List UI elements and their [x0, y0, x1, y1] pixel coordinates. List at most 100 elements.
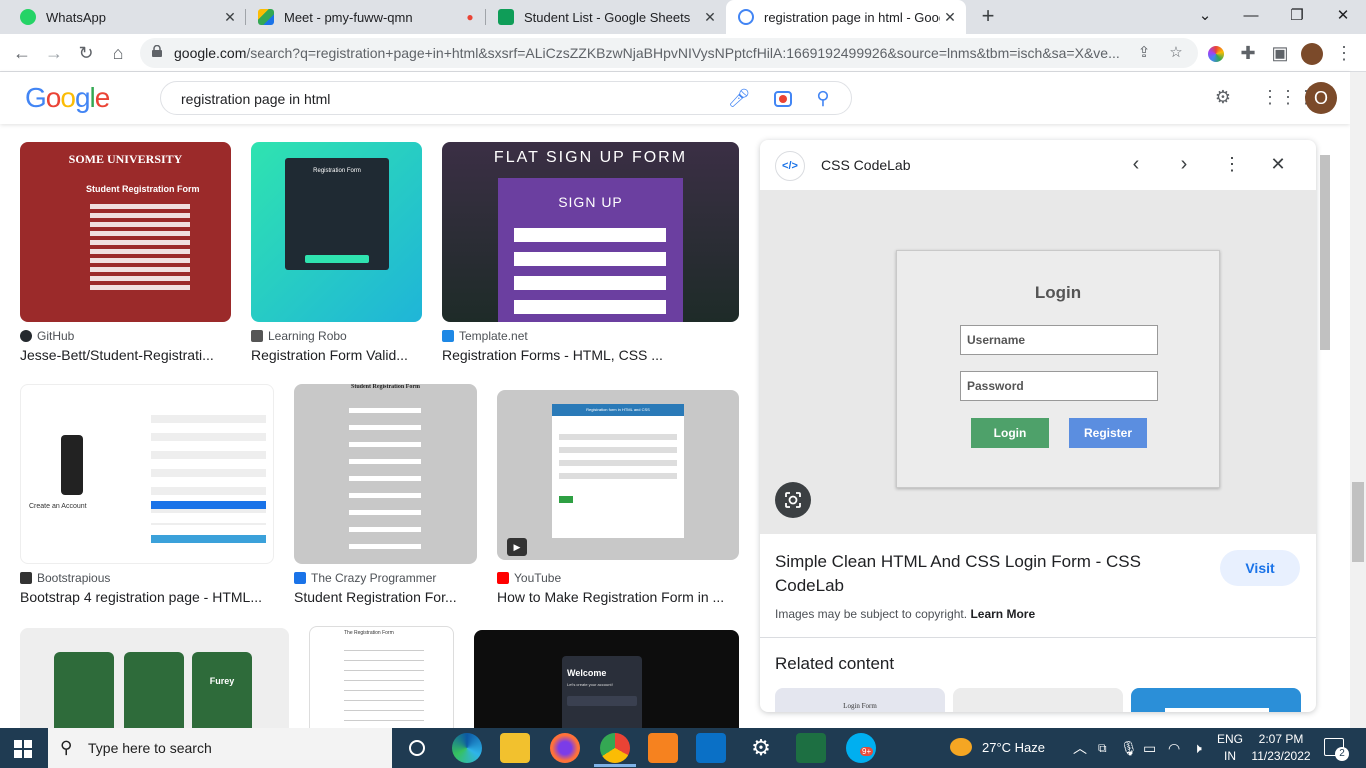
- volume-icon[interactable]: 🕨︎: [1193, 728, 1202, 768]
- file-explorer-icon[interactable]: [500, 733, 530, 763]
- close-icon[interactable]: ✕: [702, 9, 718, 25]
- meet-icon: [258, 9, 274, 25]
- result-title[interactable]: How to Make Registration Form in ...: [497, 589, 739, 605]
- weather-icon[interactable]: [950, 738, 972, 756]
- wifi-icon[interactable]: ◠: [1168, 728, 1180, 768]
- side-panel-icon[interactable]: ▣: [1266, 40, 1294, 66]
- vscode-icon[interactable]: [696, 733, 726, 763]
- forward-icon[interactable]: →: [40, 40, 68, 66]
- thumb-text: SOME UNIVERSITY: [68, 152, 183, 166]
- lens-icon[interactable]: [771, 86, 795, 110]
- new-tab-button[interactable]: +: [977, 5, 999, 28]
- notifications-icon[interactable]: 2: [1324, 738, 1349, 761]
- tab-meet[interactable]: Meet - pmy-fuww-qmn ●: [246, 0, 486, 34]
- tab-title: Student List - Google Sheets: [524, 9, 691, 25]
- preview-title[interactable]: Simple Clean HTML And CSS Login Form - C…: [775, 550, 1195, 598]
- chevron-right-icon[interactable]: ›: [1172, 153, 1196, 177]
- google-lens-icon[interactable]: [775, 482, 811, 518]
- address-bar[interactable]: google.com/search?q=registration+page+in…: [140, 38, 1198, 68]
- close-window-button[interactable]: ✕: [1320, 0, 1366, 34]
- device-icon[interactable]: ⧉: [1098, 728, 1107, 768]
- minimize-button[interactable]: —: [1228, 0, 1274, 34]
- result-thumb-9[interactable]: Welcome Let's create your account!: [474, 630, 739, 728]
- tab-sheets[interactable]: Student List - Google Sheets ✕: [486, 0, 726, 34]
- related-thumb-3[interactable]: [1131, 688, 1301, 712]
- extensions-icon[interactable]: ✚: [1234, 40, 1262, 66]
- result-title[interactable]: Registration Forms - HTML, CSS ...: [442, 347, 739, 363]
- chevron-left-icon[interactable]: ‹: [1124, 153, 1148, 177]
- restore-button[interactable]: ❐: [1274, 0, 1320, 34]
- bookmark-star-icon[interactable]: ☆: [1166, 43, 1186, 63]
- color-extension-icon[interactable]: [1202, 40, 1230, 66]
- play-icon[interactable]: ▶: [507, 538, 527, 556]
- close-icon[interactable]: ✕: [1266, 153, 1290, 177]
- preview-scrollbar[interactable]: [1318, 155, 1330, 710]
- password-field: Password: [960, 371, 1158, 401]
- result-thumb-5[interactable]: Student Registration Form: [294, 384, 477, 564]
- firefox-icon[interactable]: [550, 733, 580, 763]
- preview-site-name[interactable]: CSS CodeLab: [821, 140, 911, 190]
- browser-toolbar: ← → ↻ ⌂ google.com/search?q=registration…: [0, 34, 1366, 72]
- excel-icon[interactable]: [796, 733, 826, 763]
- chrome-icon[interactable]: [600, 733, 630, 763]
- edge-icon[interactable]: [452, 733, 482, 763]
- result-thumb-3[interactable]: FLAT SIGN UP FORM SIGN UP: [442, 142, 739, 322]
- username-field: Username: [960, 325, 1158, 355]
- windows-start-icon[interactable]: [14, 740, 32, 758]
- learn-more-link[interactable]: Learn More: [970, 607, 1035, 621]
- result-thumb-1[interactable]: SOME UNIVERSITY Student Registration For…: [20, 142, 231, 322]
- result-title[interactable]: Registration Form Valid...: [251, 347, 422, 363]
- close-icon[interactable]: ✕: [942, 9, 958, 25]
- related-thumb-2[interactable]: [953, 688, 1123, 712]
- share-icon[interactable]: ⇪: [1134, 43, 1154, 63]
- google-logo[interactable]: Google: [25, 82, 110, 114]
- tab-title: registration page in html - Googl: [764, 9, 940, 25]
- result-thumb-7[interactable]: Furey: [20, 628, 289, 728]
- result-title[interactable]: Jesse-Bett/Student-Registrati...: [20, 347, 231, 363]
- tab-search-icon[interactable]: ⌄: [1182, 0, 1228, 34]
- search-icon[interactable]: ⚲: [811, 86, 835, 110]
- close-icon[interactable]: ✕: [222, 9, 238, 25]
- copyright-note: Images may be subject to copyright. Lear…: [775, 607, 1036, 621]
- show-hidden-icons-icon[interactable]: ︿: [1073, 728, 1087, 768]
- profile-icon[interactable]: [1298, 40, 1326, 66]
- settings-gear-icon[interactable]: ⚙: [1211, 85, 1235, 109]
- weather-text[interactable]: 27°C Haze: [982, 728, 1045, 768]
- result-thumb-6[interactable]: Registration form in HTML and CSS ▶: [497, 390, 739, 560]
- apps-grid-icon[interactable]: ⋮⋮⋮: [1261, 85, 1315, 109]
- tab-whatsapp[interactable]: WhatsApp ✕: [8, 0, 246, 34]
- account-avatar[interactable]: O: [1305, 82, 1337, 114]
- language-indicator[interactable]: ENG IN: [1212, 731, 1248, 765]
- result-title[interactable]: Student Registration For...: [294, 589, 477, 605]
- microphone-icon[interactable]: 🎤︎: [727, 86, 751, 110]
- settings-icon[interactable]: ⚙: [746, 733, 776, 763]
- reload-icon[interactable]: ↻: [72, 40, 100, 66]
- taskbar-search[interactable]: ⚲ Type here to search: [48, 728, 392, 768]
- thumb-text: Welcome: [567, 668, 607, 678]
- back-icon[interactable]: ←: [8, 40, 36, 66]
- page-scrollbar[interactable]: [1350, 72, 1366, 728]
- tab-google-search[interactable]: registration page in html - Googl ✕: [726, 0, 966, 34]
- tab-title: Meet - pmy-fuww-qmn: [284, 9, 413, 25]
- preview-image[interactable]: Login Username Password Login Register: [760, 190, 1316, 534]
- clock[interactable]: 2:07 PM 11/23/2022: [1250, 731, 1312, 765]
- thumb-text: The Registration Form: [344, 630, 394, 636]
- result-thumb-2[interactable]: Registration Form: [251, 142, 422, 322]
- scrollbar-thumb[interactable]: [1352, 482, 1364, 562]
- xampp-icon[interactable]: [648, 733, 678, 763]
- visit-button[interactable]: Visit: [1220, 550, 1300, 586]
- result-thumb-4[interactable]: Create an Account: [20, 384, 274, 564]
- microphone-icon[interactable]: 🎙︎: [1120, 728, 1138, 768]
- menu-icon[interactable]: ⋮: [1330, 40, 1358, 66]
- task-view-icon[interactable]: [402, 733, 432, 763]
- result-title[interactable]: Bootstrap 4 registration page - HTML...: [20, 589, 274, 605]
- skype-icon[interactable]: 9+: [846, 733, 876, 763]
- more-options-icon[interactable]: ⋮: [1220, 153, 1244, 177]
- login-button: Login: [971, 418, 1049, 448]
- search-input[interactable]: registration page in html 🎤︎ ⚲: [160, 81, 852, 115]
- battery-icon[interactable]: ▭: [1143, 728, 1156, 768]
- home-icon[interactable]: ⌂: [104, 40, 132, 66]
- result-thumb-8[interactable]: The Registration Form: [309, 626, 454, 728]
- related-thumb-1[interactable]: Login Form: [775, 688, 945, 712]
- scrollbar-thumb[interactable]: [1320, 155, 1330, 350]
